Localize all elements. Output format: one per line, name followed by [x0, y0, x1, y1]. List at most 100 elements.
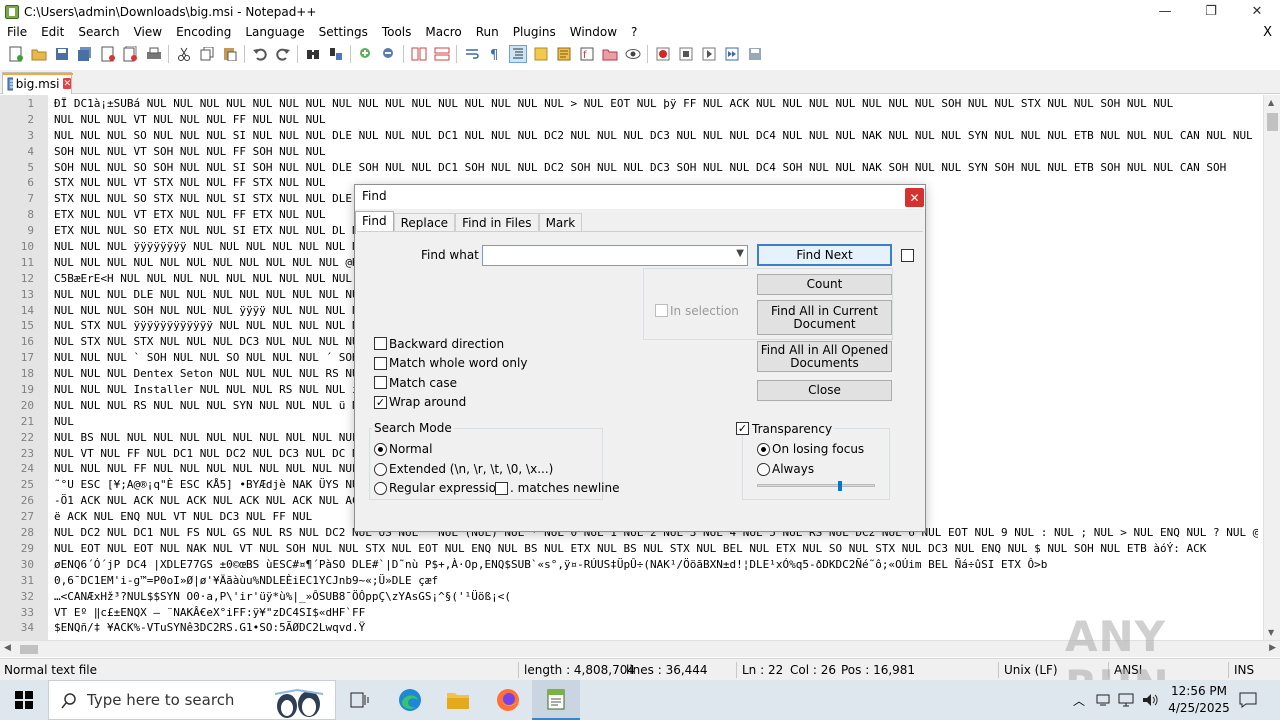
tab-replace[interactable]: Replace — [393, 213, 456, 233]
replace-icon[interactable] — [327, 45, 345, 63]
editor-line[interactable]: 3 NUL NUL NUL SO NUL NUL NUL SI NUL NUL N… — [0, 128, 1258, 144]
udl-icon[interactable] — [532, 45, 550, 63]
undo-icon[interactable] — [251, 45, 269, 63]
vertical-scrollbar[interactable]: ▲ ▼ — [1263, 95, 1280, 640]
paste-icon[interactable] — [221, 45, 239, 63]
close-document-x[interactable]: X — [1263, 23, 1272, 42]
menu-settings[interactable]: Settings — [312, 23, 375, 42]
close-window-button[interactable]: ✕ — [1234, 0, 1280, 23]
show-all-chars-icon[interactable]: ¶ — [486, 45, 504, 63]
find-icon[interactable] — [304, 45, 322, 63]
find-next-option-checkbox[interactable] — [901, 249, 914, 262]
menu-file[interactable]: File — [0, 23, 34, 42]
start-button[interactable] — [0, 680, 48, 720]
sync-vertical-icon[interactable] — [410, 45, 428, 63]
notifications-icon[interactable] — [1236, 680, 1260, 720]
find-dialog-close-icon[interactable]: ✕ — [905, 188, 924, 207]
open-file-icon[interactable] — [30, 45, 48, 63]
stop-macro-icon[interactable] — [677, 45, 695, 63]
indent-guide-icon[interactable] — [508, 45, 527, 63]
menu-help[interactable]: ? — [624, 23, 644, 42]
close-all-icon[interactable] — [122, 45, 140, 63]
copy-icon[interactable] — [198, 45, 216, 63]
taskbar-search-box[interactable]: Type here to search — [48, 680, 336, 720]
backward-direction-checkbox[interactable] — [374, 337, 387, 350]
word-wrap-icon[interactable] — [463, 45, 481, 63]
editor-line[interactable]: 29 NUL EOT NUL EOT NUL NAK NUL VT NUL SOH… — [0, 541, 1258, 557]
find-all-in-current-document-button[interactable]: Find All in Current Document — [757, 300, 892, 335]
menu-window[interactable]: Window — [563, 23, 624, 42]
match-case-checkbox[interactable] — [374, 376, 387, 389]
scroll-up-icon[interactable]: ▲ — [1268, 98, 1274, 107]
file-explorer-icon[interactable] — [434, 680, 482, 720]
matches-newline-checkbox[interactable] — [495, 482, 508, 495]
firefox-icon[interactable] — [484, 680, 532, 720]
save-macro-icon[interactable] — [746, 45, 764, 63]
transparency-slider[interactable] — [757, 484, 875, 487]
doc-map-icon[interactable] — [555, 45, 573, 63]
new-file-icon[interactable] — [7, 45, 25, 63]
search-mode-regex-radio[interactable] — [374, 482, 387, 495]
find-what-input[interactable]: ▼ — [482, 245, 748, 266]
count-button[interactable]: Count — [757, 274, 892, 295]
function-list-icon[interactable]: f — [578, 45, 596, 63]
menu-view[interactable]: View — [127, 23, 169, 42]
volume-icon[interactable] — [1140, 680, 1162, 720]
menu-tools[interactable]: Tools — [375, 23, 419, 42]
search-mode-normal-radio[interactable] — [374, 443, 387, 456]
close-button[interactable]: Close — [757, 380, 892, 401]
transparency-always-radio[interactable] — [757, 463, 770, 476]
tab-big-msi[interactable]: big.msi ✕ — [2, 72, 73, 94]
horizontal-scroll-thumb[interactable] — [20, 645, 38, 654]
menu-language[interactable]: Language — [238, 23, 311, 42]
transparency-checkbox[interactable]: ✓ — [736, 422, 749, 435]
edge-browser-icon[interactable] — [386, 680, 434, 720]
editor-line[interactable]: 5 SOH NUL NUL SO SOH NUL NUL SI SOH NUL N… — [0, 160, 1258, 176]
menu-encoding[interactable]: Encoding — [169, 23, 238, 42]
restore-button[interactable]: ❐ — [1188, 0, 1234, 23]
task-view-icon[interactable] — [336, 680, 384, 720]
menu-edit[interactable]: Edit — [34, 23, 71, 42]
scroll-left-icon[interactable]: ◀ — [4, 643, 11, 653]
search-mode-extended-radio[interactable] — [374, 463, 387, 476]
editor-line[interactable]: 30 øENQ6´Ó´jP DC4 |XDLE77GS ±0©œBS ùESC#¤… — [0, 557, 1258, 573]
display-icon[interactable] — [1116, 680, 1138, 720]
cut-icon[interactable] — [175, 45, 193, 63]
wrap-around-checkbox[interactable]: ✓ — [374, 396, 387, 409]
notepadpp-taskbar-icon[interactable] — [532, 680, 580, 720]
menu-search[interactable]: Search — [71, 23, 126, 42]
taskbar-clock[interactable]: 12:56 PM 4/25/2025 — [1164, 683, 1234, 717]
network-status-icon[interactable] — [1094, 680, 1114, 720]
zoom-in-icon[interactable] — [357, 45, 375, 63]
menu-macro[interactable]: Macro — [418, 23, 468, 42]
save-all-icon[interactable] — [76, 45, 94, 63]
editor-line[interactable]: 31 0,6¯DC1EM'i-g™=P0oI»Ø|ø'¥Äãàùu%NDLEÈiE… — [0, 573, 1258, 589]
zoom-out-icon[interactable] — [380, 45, 398, 63]
tab-close-icon[interactable]: ✕ — [63, 78, 71, 89]
show-hidden-icons-chevron[interactable]: ︿ — [1070, 680, 1088, 720]
chevron-down-icon[interactable]: ▼ — [736, 248, 744, 259]
play-macro-icon[interactable] — [700, 45, 718, 63]
menu-run[interactable]: Run — [469, 23, 506, 42]
print-icon[interactable] — [145, 45, 163, 63]
save-icon[interactable] — [53, 45, 71, 63]
tab-find-in-files[interactable]: Find in Files — [455, 213, 539, 233]
vertical-scroll-thumb[interactable] — [1267, 113, 1278, 131]
minimize-button[interactable]: — — [1142, 0, 1188, 23]
folder-workspace-icon[interactable] — [601, 45, 619, 63]
redo-icon[interactable] — [274, 45, 292, 63]
transparency-on-losing-focus-radio[interactable] — [757, 443, 770, 456]
close-file-icon[interactable] — [99, 45, 117, 63]
monitoring-icon[interactable] — [624, 45, 642, 63]
editor-line[interactable]: 4 SOH NUL NUL VT SOH NUL NUL FF SOH NUL N… — [0, 144, 1258, 160]
menu-plugins[interactable]: Plugins — [506, 23, 563, 42]
editor-line[interactable]: 32 …<CANÆxHž³?NUL$$SYN O0·a,P\'ir'üÿ*ù%|_… — [0, 589, 1258, 605]
play-multiple-icon[interactable] — [723, 45, 741, 63]
tab-mark[interactable]: Mark — [538, 213, 583, 233]
editor-line[interactable]: 1 ÐÏ DC1à¡±SUBá NUL NUL NUL NUL NUL NUL N… — [0, 96, 1258, 112]
transparency-slider-thumb[interactable] — [837, 481, 842, 491]
sync-horizontal-icon[interactable] — [433, 45, 451, 63]
editor-line[interactable]: 2 NUL NUL NUL VT NUL NUL NUL FF NUL NUL N… — [0, 112, 1258, 128]
record-macro-icon[interactable] — [654, 45, 672, 63]
find-next-button[interactable]: Find Next — [757, 244, 892, 266]
